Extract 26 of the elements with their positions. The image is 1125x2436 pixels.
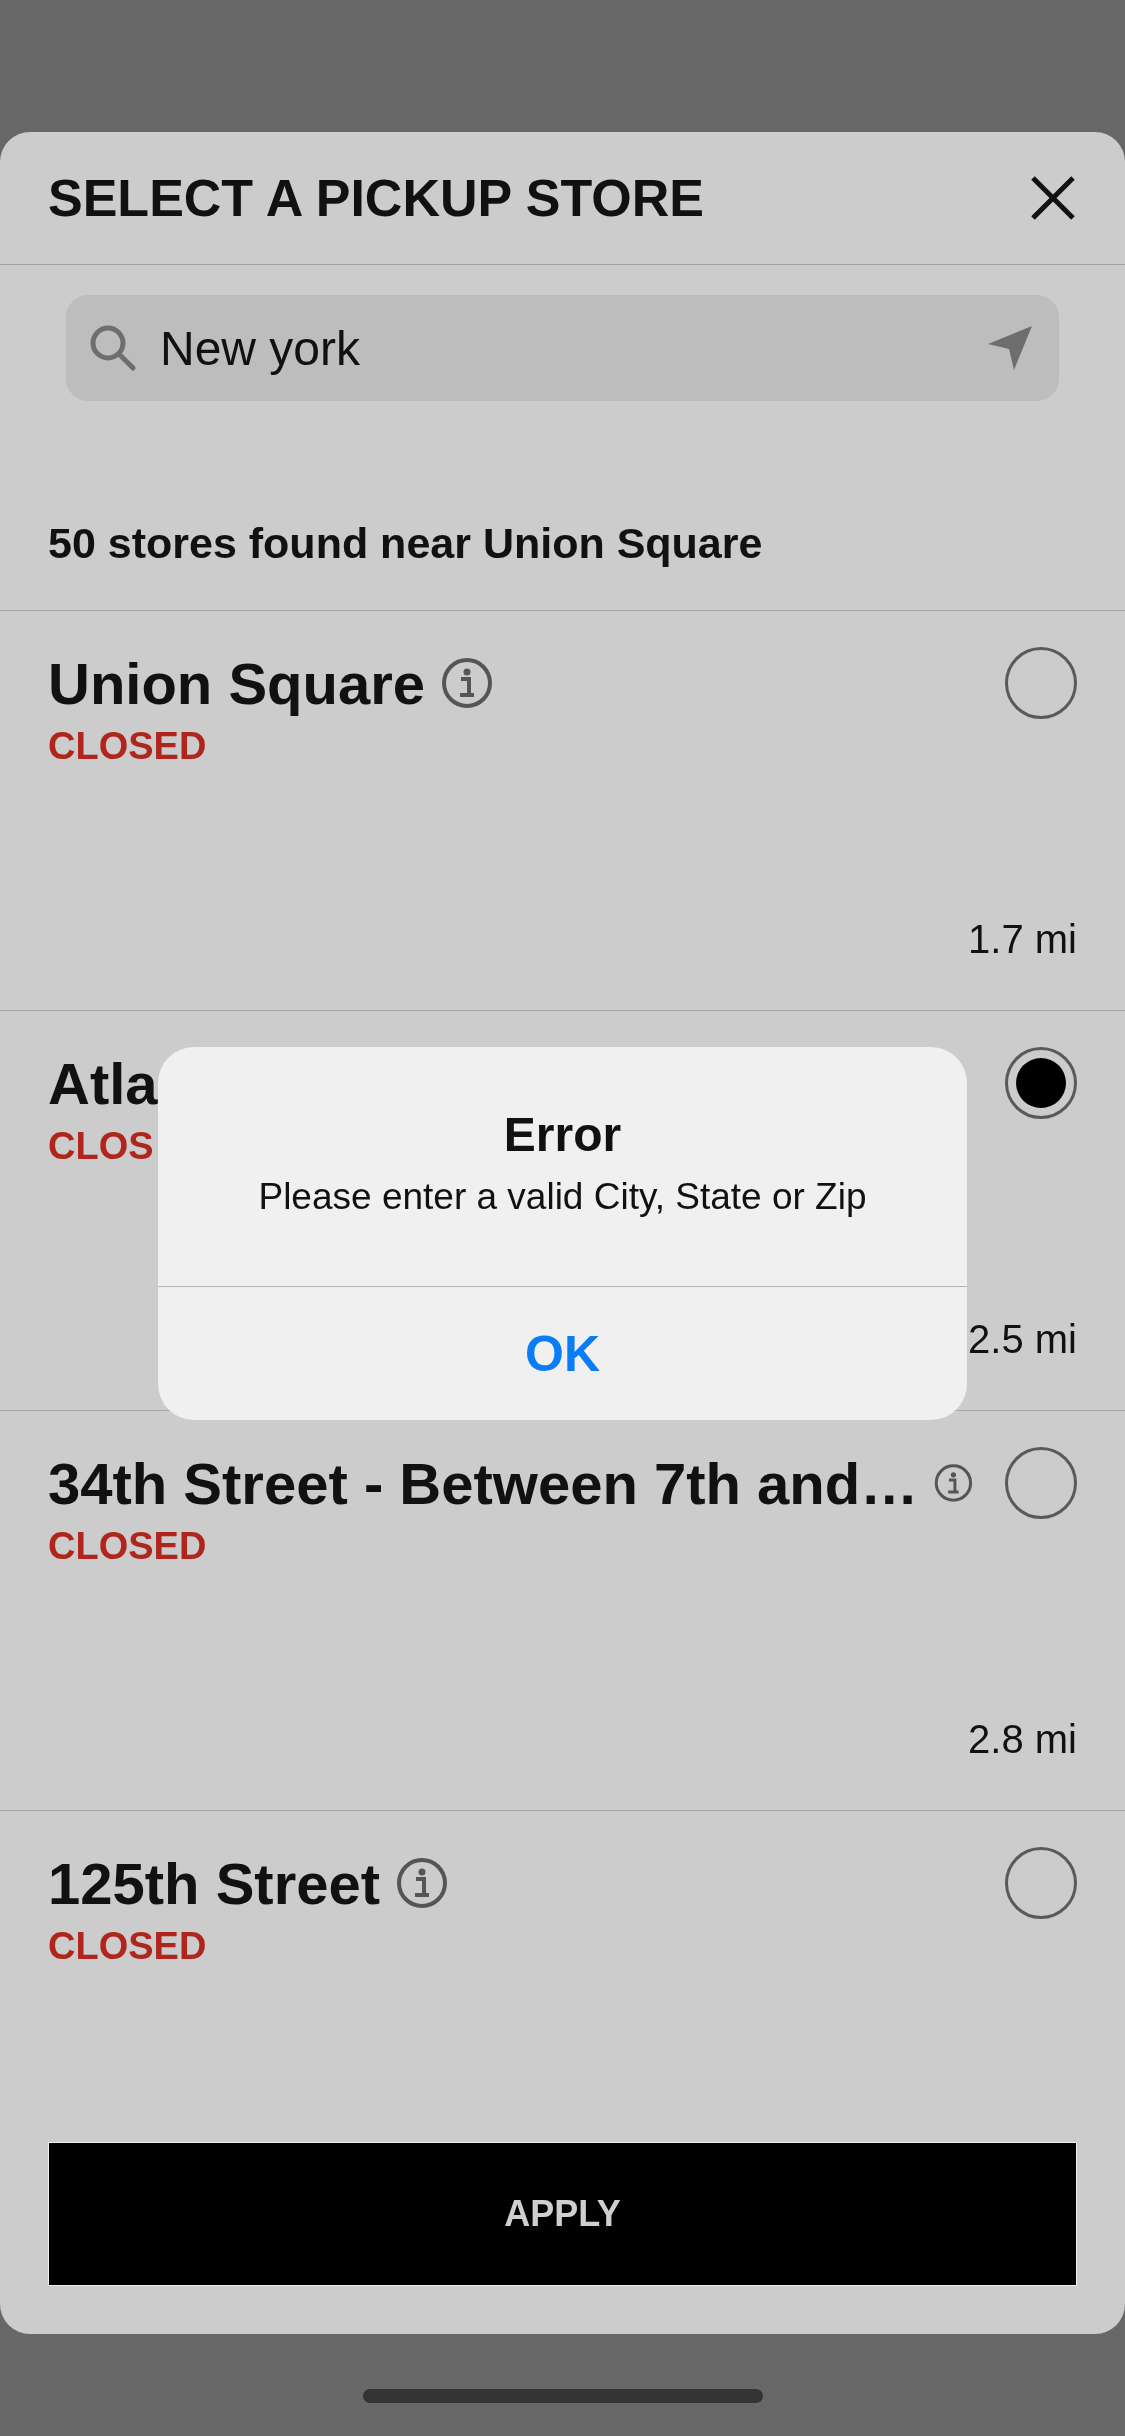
store-row[interactable]: Union Square CLOSED 1.7 mi: [0, 611, 1125, 1011]
store-status: CLOSED: [48, 1525, 207, 1568]
store-distance: 1.7 mi: [968, 917, 1077, 962]
search-icon: [88, 323, 138, 373]
store-name: 34th Street - Between 7th and…: [48, 1449, 919, 1517]
store-name: Union Square: [48, 649, 426, 717]
sheet-title: SELECT A PICKUP STORE: [48, 168, 704, 228]
store-status: CLOSED: [48, 1925, 207, 1968]
result-count: 50 stores found near Union Square: [48, 519, 763, 568]
info-icon[interactable]: [441, 657, 494, 709]
alert-title: Error: [503, 1107, 622, 1162]
alert-message: Please enter a valid City, State or Zip: [258, 1176, 867, 1218]
search-field[interactable]: New york: [66, 295, 1059, 401]
radio-button[interactable]: [1005, 1847, 1077, 1919]
store-distance: 2.8 mi: [968, 1717, 1077, 1762]
close-icon[interactable]: [1029, 174, 1077, 222]
info-icon[interactable]: [396, 1857, 449, 1909]
store-distance: 2.5 mi: [968, 1317, 1077, 1362]
apply-button[interactable]: APPLY: [48, 2142, 1077, 2286]
store-name: Atla: [48, 1049, 158, 1117]
store-name: 125th Street: [48, 1849, 381, 1917]
radio-button[interactable]: [1005, 1047, 1077, 1119]
store-status: CLOSED: [48, 725, 207, 768]
radio-button[interactable]: [1005, 1447, 1077, 1519]
store-status: CLOS: [48, 1125, 154, 1168]
radio-button[interactable]: [1005, 647, 1077, 719]
